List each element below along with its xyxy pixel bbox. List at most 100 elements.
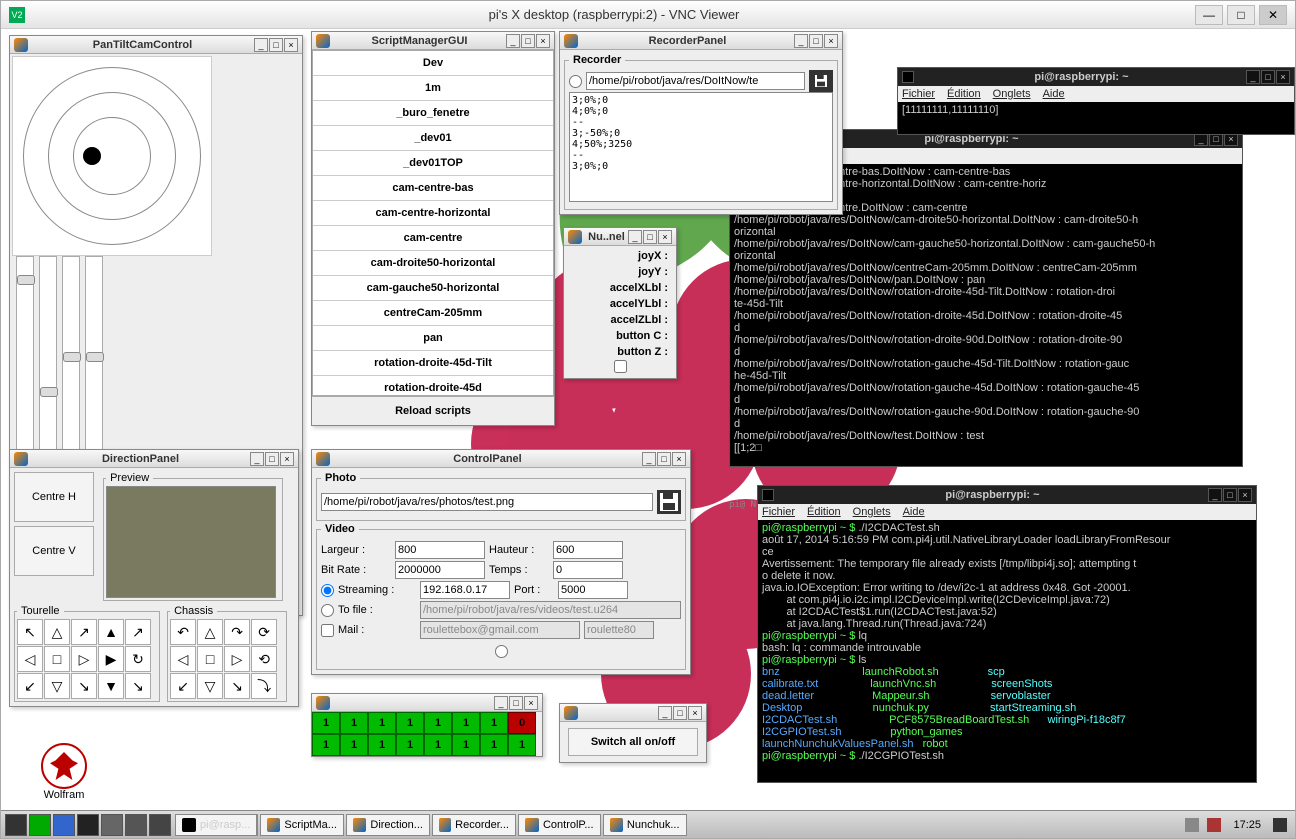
script-item[interactable]: cam-gauche50-horizontal <box>313 276 553 301</box>
close-button[interactable]: × <box>1238 488 1252 502</box>
arrow-icon[interactable]: ↘ <box>224 673 250 699</box>
minimize-button[interactable]: _ <box>506 34 520 48</box>
terminal-1-content[interactable]: [11111111,11111110] <box>898 102 1294 118</box>
io-cell[interactable]: 1 <box>480 734 508 756</box>
io-cell[interactable]: 1 <box>396 712 424 734</box>
script-item[interactable]: cam-droite50-horizontal <box>313 251 553 276</box>
slider-2[interactable] <box>39 256 57 456</box>
maximize-button[interactable]: □ <box>265 452 279 466</box>
menu-item[interactable]: Édition <box>807 506 841 518</box>
browser-icon[interactable] <box>53 814 75 836</box>
script-item[interactable]: cam-centre-horizontal <box>313 201 553 226</box>
refresh-icon[interactable]: ⟲ <box>251 646 277 672</box>
arrow-up-icon[interactable]: ▲ <box>98 619 124 645</box>
io-cell[interactable]: 1 <box>480 712 508 734</box>
script-item[interactable]: rotation-droite-45d-Tilt <box>313 351 553 376</box>
minimize-button[interactable]: _ <box>628 230 642 244</box>
taskbar-item[interactable]: pi@rasp... <box>175 814 257 836</box>
save-icon[interactable] <box>657 490 681 514</box>
arrow-up-icon[interactable]: △ <box>197 619 223 645</box>
script-item[interactable]: Dev <box>313 51 553 76</box>
minimize-button[interactable]: — <box>1195 5 1223 25</box>
save-icon[interactable] <box>809 70 833 92</box>
port-input[interactable] <box>558 581 628 599</box>
io-cell[interactable]: 1 <box>312 734 340 756</box>
script-item[interactable]: pan <box>313 326 553 351</box>
wolfram-launcher[interactable]: Wolfram <box>41 743 87 801</box>
script-item[interactable]: _dev01TOP <box>313 151 553 176</box>
mail-to-input[interactable] <box>584 621 654 639</box>
maximize-button[interactable]: □ <box>809 34 823 48</box>
minimize-button[interactable]: _ <box>1208 488 1222 502</box>
close-button[interactable]: × <box>284 38 298 52</box>
taskbar-item[interactable]: ScriptMa... <box>260 814 344 836</box>
arrow-left-icon[interactable]: ◁ <box>17 646 43 672</box>
arrow-icon[interactable]: ↙ <box>170 673 196 699</box>
menu-item[interactable]: Aide <box>903 506 925 518</box>
rotate-left-icon[interactable]: ↶ <box>170 619 196 645</box>
script-item[interactable]: rotation-droite-45d <box>313 376 553 396</box>
script-item[interactable]: _dev01 <box>313 126 553 151</box>
arrow-down-icon[interactable]: ▽ <box>44 673 70 699</box>
script-item[interactable]: cam-centre <box>313 226 553 251</box>
tray-icon[interactable] <box>1185 818 1199 832</box>
maximize-button[interactable]: □ <box>509 696 523 710</box>
minimize-button[interactable]: _ <box>1246 70 1260 84</box>
streaming-radio[interactable] <box>321 584 334 597</box>
close-button[interactable]: × <box>688 706 702 720</box>
io-cell[interactable]: 1 <box>340 712 368 734</box>
recorder-path-input[interactable] <box>586 72 805 90</box>
arrow-right-icon[interactable]: ▷ <box>224 646 250 672</box>
io-cell[interactable]: 1 <box>452 712 480 734</box>
close-button[interactable]: × <box>524 696 538 710</box>
largeur-input[interactable] <box>395 541 485 559</box>
mail-input[interactable] <box>420 621 580 639</box>
script-item[interactable]: cam-centre-bas <box>313 176 553 201</box>
stop-icon[interactable]: □ <box>44 646 70 672</box>
close-button[interactable]: ✕ <box>1259 5 1287 25</box>
arrow-up-left-icon[interactable]: ↖ <box>17 619 43 645</box>
taskbar-item[interactable]: ControlP... <box>518 814 601 836</box>
tofile-radio[interactable] <box>321 604 334 617</box>
arrow-icon[interactable]: ⤵ <box>251 673 277 699</box>
arrow-down-icon[interactable]: ▽ <box>197 673 223 699</box>
bitrate-input[interactable] <box>395 561 485 579</box>
arrow-left-icon[interactable]: ◁ <box>170 646 196 672</box>
close-button[interactable]: × <box>536 34 550 48</box>
menu-item[interactable]: Fichier <box>902 88 935 100</box>
tofile-input[interactable] <box>420 601 681 619</box>
temps-input[interactable] <box>553 561 623 579</box>
recorder-textarea[interactable]: 3;0%;0 4;0%;0 -- 3;-50%;0 4;50%;3250 -- … <box>569 92 833 202</box>
close-button[interactable]: × <box>658 230 672 244</box>
maximize-button[interactable]: □ <box>643 230 657 244</box>
script-item[interactable]: centreCam-205mm <box>313 301 553 326</box>
arrow-up-right-icon[interactable]: ↗ <box>71 619 97 645</box>
reload-scripts-button[interactable]: Reload scripts <box>312 396 554 425</box>
centre-v-button[interactable]: Centre V <box>14 526 94 576</box>
maximize-button[interactable]: □ <box>1227 5 1255 25</box>
slider-1[interactable] <box>16 256 34 456</box>
rotate-right-icon[interactable]: ↷ <box>224 619 250 645</box>
pantilt-canvas[interactable] <box>12 56 212 256</box>
arrow-right-icon[interactable]: ▷ <box>71 646 97 672</box>
minimize-button[interactable]: _ <box>250 452 264 466</box>
arrow-icon[interactable]: ↗ <box>125 619 151 645</box>
ip-input[interactable] <box>420 581 510 599</box>
slider-4[interactable] <box>85 256 103 456</box>
menu-item[interactable]: Onglets <box>993 88 1031 100</box>
recorder-radio[interactable] <box>569 75 582 88</box>
maximize-button[interactable]: □ <box>521 34 535 48</box>
minimize-button[interactable]: _ <box>658 706 672 720</box>
nunchuk-checkbox[interactable] <box>614 360 627 373</box>
terminal-3-content[interactable]: pi@raspberrypi ~ $ ./I2CDACTest.sh août … <box>758 520 1256 764</box>
menu-item[interactable]: Onglets <box>853 506 891 518</box>
minimize-button[interactable]: _ <box>494 696 508 710</box>
arrow-icon[interactable]: ↘ <box>125 673 151 699</box>
file-manager-icon[interactable] <box>29 814 51 836</box>
io-cell[interactable]: 1 <box>312 712 340 734</box>
arrow-down-left-icon[interactable]: ↙ <box>17 673 43 699</box>
maximize-button[interactable]: □ <box>269 38 283 52</box>
minimize-button[interactable]: _ <box>254 38 268 52</box>
taskbar-item[interactable]: Nunchuk... <box>603 814 687 836</box>
io-cell[interactable]: 1 <box>452 734 480 756</box>
